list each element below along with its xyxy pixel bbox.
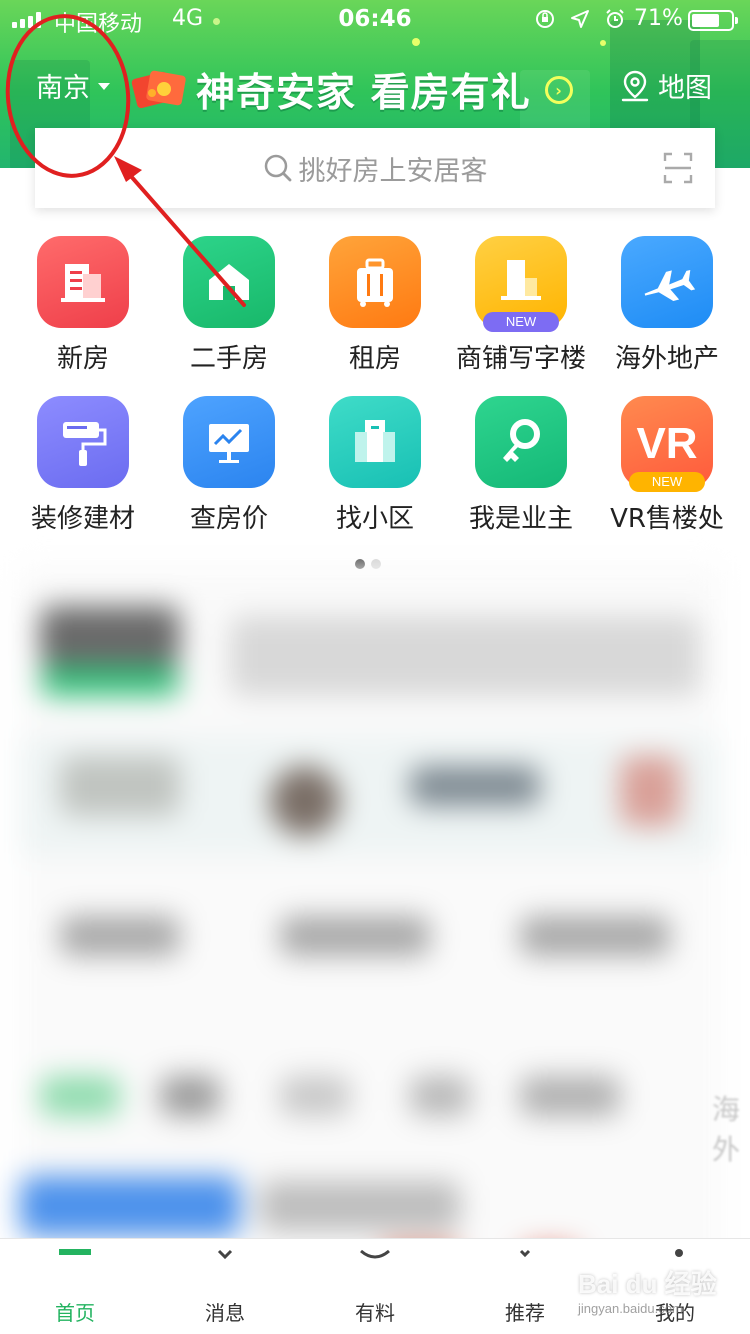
- new-badge: NEW: [629, 472, 705, 492]
- baidu-jingyan-watermark: Bai du 经验 jingyan.baidu.com: [578, 1264, 717, 1316]
- category-label: 二手房: [189, 344, 268, 374]
- red-envelope-icon: [131, 70, 186, 109]
- blurred-thumbnail: [60, 756, 180, 816]
- tab-home[interactable]: 首页: [0, 1239, 150, 1334]
- blurred-text: [280, 1076, 350, 1116]
- search-icon: [264, 154, 291, 182]
- blurred-text: [230, 616, 700, 696]
- blurred-content-feed: [20, 566, 720, 1296]
- office-building-icon: NEW: [475, 236, 567, 332]
- category-label: 装修建材: [30, 504, 135, 534]
- category-label: 找小区: [335, 504, 414, 534]
- map-pin-icon: [621, 70, 649, 101]
- new-house-icon: [37, 236, 129, 328]
- promo-title: 神奇安家 看房有礼: [196, 71, 531, 116]
- battery-fill: [692, 14, 719, 27]
- blurred-text: [520, 1076, 620, 1116]
- rent-suitcase-icon: [329, 236, 421, 328]
- blurred-tag: [40, 1076, 120, 1116]
- map-button[interactable]: 地图: [620, 66, 712, 105]
- category-label: 海外地产: [614, 344, 719, 374]
- category-label: 查房价: [189, 504, 268, 534]
- battery-percentage: 71%: [634, 6, 683, 31]
- home-icon: [57, 1249, 93, 1285]
- tab-discover[interactable]: 有料: [300, 1239, 450, 1334]
- blurred-text: [280, 916, 430, 956]
- category-tile[interactable]: VR NEW VR售楼处: [594, 396, 740, 556]
- blurred-text: [160, 1076, 220, 1116]
- category-tile[interactable]: 查房价: [156, 396, 302, 556]
- location-arrow-icon: [571, 10, 589, 28]
- alarm-clock-icon: [606, 9, 624, 28]
- category-label: 商铺写字楼: [455, 344, 586, 374]
- category-tile[interactable]: 装修建材: [10, 396, 156, 556]
- discover-icon: [357, 1249, 393, 1285]
- category-tile[interactable]: 租房: [302, 236, 448, 396]
- price-chart-icon: [183, 396, 275, 488]
- category-tile[interactable]: 新房: [10, 236, 156, 396]
- vr-icon: VR NEW: [621, 396, 713, 492]
- system-icons: [534, 8, 626, 30]
- category-grid: 新房 二手房 租房 NEW 商铺写字楼 海外地产 装修建材 查房价 找小区 我是业主 VR NEW V…: [0, 236, 750, 556]
- promo-banner-link[interactable]: 神奇安家 看房有礼 ›: [130, 62, 573, 118]
- owner-key-icon: [475, 396, 567, 488]
- category-tile[interactable]: NEW 商铺写字楼: [448, 236, 594, 396]
- blurred-thumbnail: [40, 606, 180, 666]
- blurred-text: [60, 916, 180, 956]
- category-tile[interactable]: 二手房: [156, 236, 302, 396]
- category-tile[interactable]: 找小区: [302, 396, 448, 556]
- watermark-brand: Bai du 经验: [578, 1269, 717, 1299]
- tab-label: 消息: [205, 1301, 245, 1325]
- new-badge: NEW: [483, 312, 559, 332]
- tab-message[interactable]: 消息: [150, 1239, 300, 1334]
- blurred-text: [410, 766, 540, 806]
- second-hand-house-icon: [183, 236, 275, 328]
- svg-text:VR: VR: [636, 419, 697, 468]
- search-placeholder: 挑好房上安居客: [298, 155, 488, 187]
- city-name: 南京: [36, 73, 90, 104]
- scan-icon[interactable]: [663, 152, 693, 184]
- watermark-url: jingyan.baidu.com: [578, 1301, 683, 1316]
- blurred-text: [260, 1181, 460, 1231]
- message-icon: [207, 1249, 243, 1285]
- blurred-tag: [40, 666, 180, 696]
- blurred-banner: [20, 1176, 240, 1236]
- blurred-edge-text: 海外: [712, 1093, 741, 1166]
- chevron-down-icon: [98, 83, 110, 90]
- category-tile[interactable]: 我是业主: [448, 396, 594, 556]
- city-selector[interactable]: 南京: [36, 66, 110, 105]
- tab-label: 有料: [355, 1301, 395, 1325]
- tab-label: 首页: [55, 1301, 95, 1325]
- search-bar[interactable]: 挑好房上安居客: [35, 128, 715, 208]
- battery-icon: [688, 10, 738, 31]
- airplane-icon: [621, 236, 713, 328]
- status-bar: 中国移动 4G 06:46 71%: [0, 0, 750, 40]
- chevron-right-circle-icon: ›: [544, 76, 573, 104]
- category-label: 我是业主: [468, 504, 573, 534]
- map-label: 地图: [658, 73, 712, 104]
- paint-roller-icon: [37, 396, 129, 488]
- category-tile[interactable]: 海外地产: [594, 236, 740, 396]
- blurred-avatar: [270, 766, 340, 836]
- category-row: 新房 二手房 租房 NEW 商铺写字楼 海外地产: [0, 236, 750, 396]
- category-label: 租房: [348, 344, 401, 374]
- banner-sparkle: [600, 40, 606, 46]
- community-buildings-icon: [329, 396, 421, 488]
- category-label: 新房: [56, 344, 109, 374]
- blurred-text: [520, 916, 670, 956]
- blurred-text: [410, 1076, 470, 1116]
- category-row: 装修建材 查房价 找小区 我是业主 VR NEW VR售楼处: [0, 396, 750, 556]
- category-label: VR售楼处: [610, 504, 724, 534]
- blurred-thumbnail: [620, 756, 680, 826]
- recommend-icon: [507, 1249, 543, 1285]
- rotation-lock-icon: [536, 10, 554, 28]
- tab-label: 推荐: [505, 1301, 545, 1325]
